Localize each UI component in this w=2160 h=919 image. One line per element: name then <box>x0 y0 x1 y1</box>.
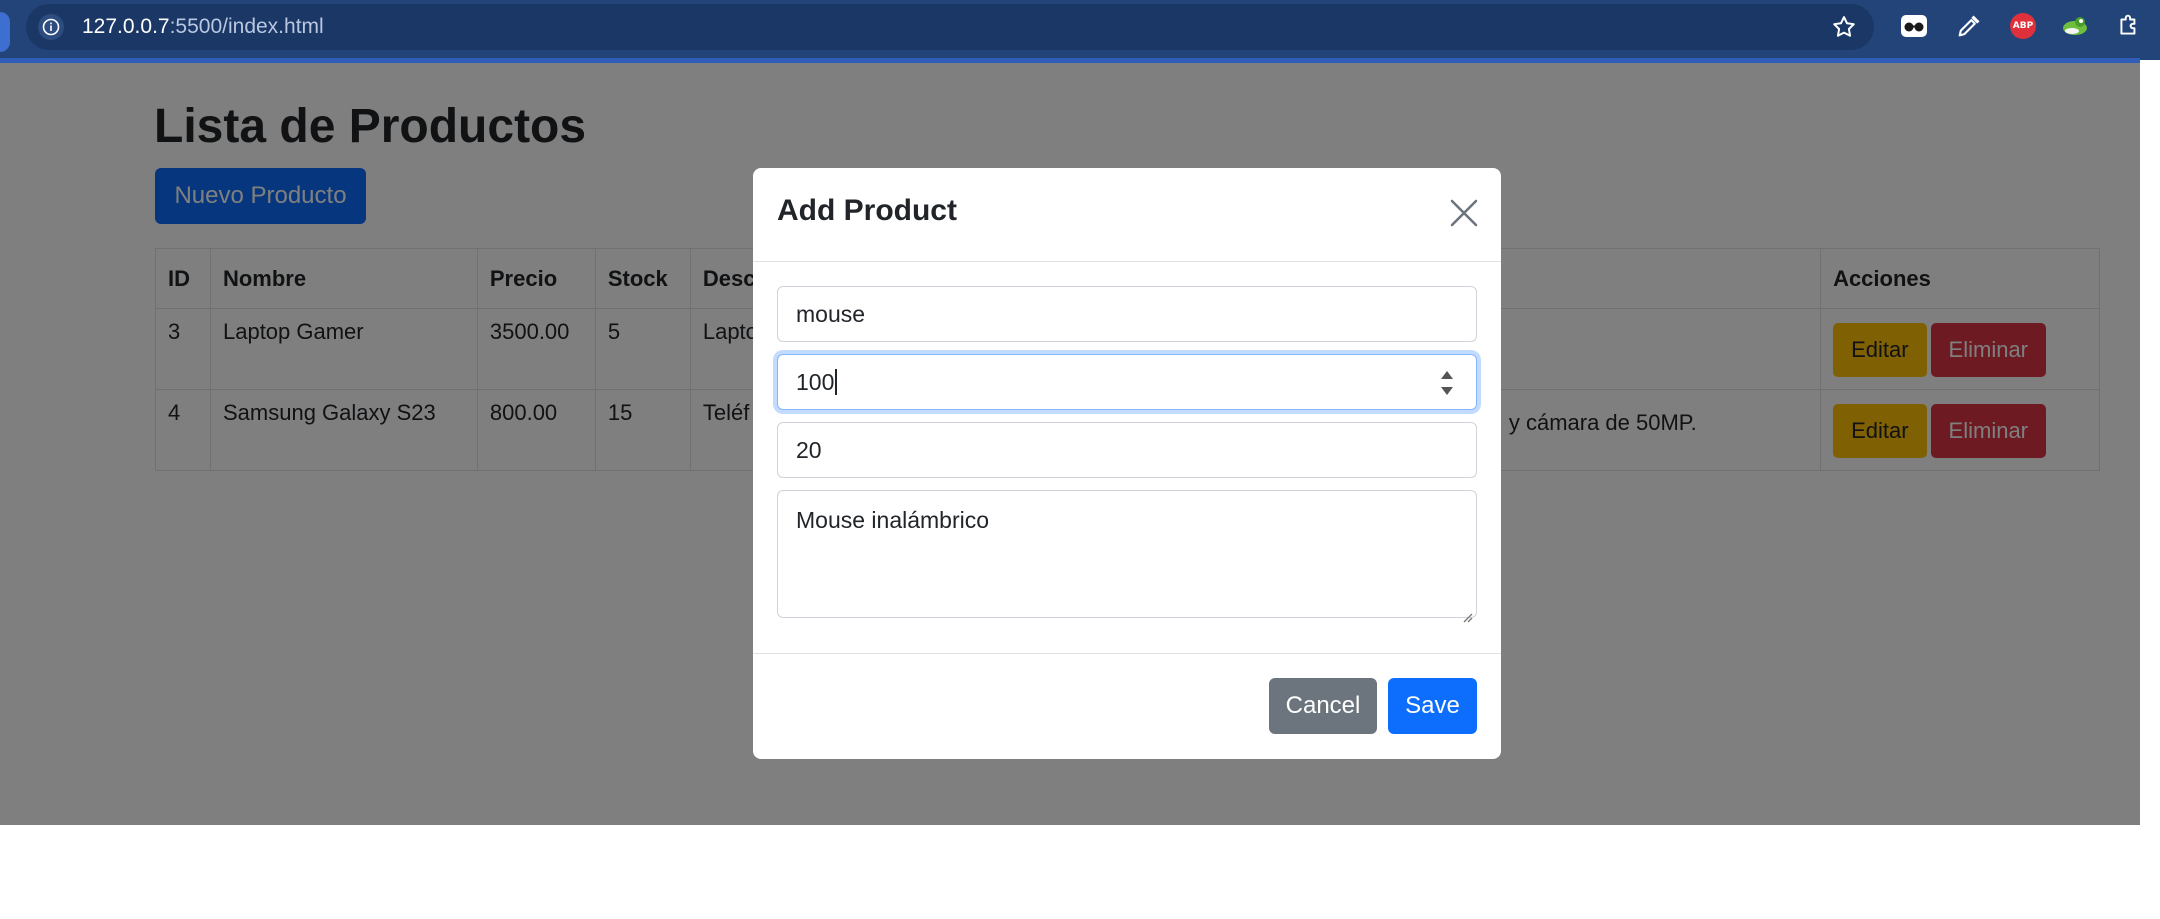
chameleon-icon[interactable] <box>2060 11 2090 41</box>
add-product-modal: Add Product mouse 100 20 Mouse inalámbri… <box>753 168 1501 759</box>
bookmark-star-icon[interactable] <box>1830 13 1858 41</box>
product-stock-value: 20 <box>796 436 822 463</box>
modal-title: Add Product <box>777 194 957 227</box>
product-price-input[interactable]: 100 <box>777 354 1477 410</box>
site-info-icon[interactable] <box>38 14 64 40</box>
close-icon[interactable] <box>1447 196 1481 230</box>
product-price-value: 100 <box>796 368 835 395</box>
page-right-gutter <box>2140 63 2160 919</box>
modal-header: Add Product <box>753 168 1501 262</box>
tab-edge[interactable] <box>0 12 10 52</box>
address-bar[interactable]: 127.0.0.7:5500/index.html <box>26 4 1874 50</box>
browser-toolbar: 127.0.0.7:5500/index.html ABP <box>0 0 2160 60</box>
save-button[interactable]: Save <box>1388 678 1477 734</box>
url-text[interactable]: 127.0.0.7:5500/index.html <box>82 15 324 39</box>
abp-badge: ABP <box>2010 13 2036 39</box>
page-content: Lista de Productos Nuevo Producto ID Nom… <box>0 63 2140 825</box>
cancel-button[interactable]: Cancel <box>1269 678 1377 734</box>
product-name-value: mouse <box>796 300 866 327</box>
eyedropper-icon[interactable] <box>1954 11 1984 41</box>
url-host: 127.0.0.7 <box>82 15 170 38</box>
adblock-plus-icon[interactable]: ABP <box>2008 11 2038 41</box>
text-caret <box>835 369 838 395</box>
product-name-input[interactable]: mouse <box>777 286 1477 342</box>
number-spinner-icon[interactable] <box>1438 365 1456 401</box>
incognito-glasses-icon[interactable] <box>1899 11 1929 41</box>
url-path: :5500/index.html <box>169 15 324 38</box>
product-description-value: Mouse inalámbrico <box>796 507 990 533</box>
extensions-puzzle-icon[interactable] <box>2114 11 2144 41</box>
modal-footer: Cancel Save <box>753 653 1501 759</box>
resize-handle-icon[interactable] <box>1461 602 1473 623</box>
product-description-textarea[interactable]: Mouse inalámbrico <box>777 490 1477 623</box>
product-stock-input[interactable]: 20 <box>777 422 1477 478</box>
